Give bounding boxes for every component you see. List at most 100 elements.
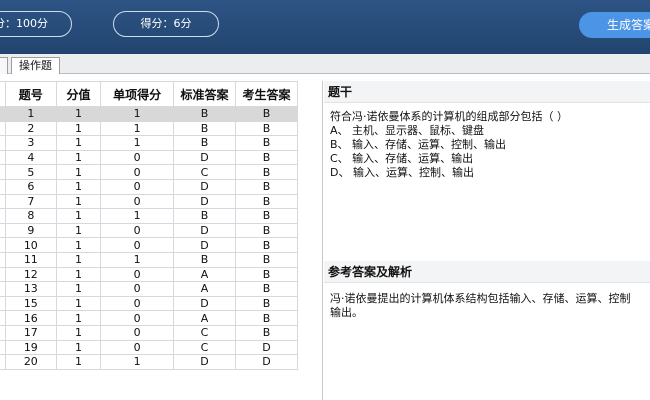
item-score-cell: 1 [100, 106, 175, 122]
student-answer-cell: B [234, 164, 299, 180]
tab-question[interactable]: 题 [0, 57, 8, 74]
table-row[interactable]: 910DB [0, 222, 299, 239]
number-cell: 19 [4, 339, 57, 356]
top-header: 分：100分 得分：6分 生成答案 [0, 0, 650, 54]
number-cell: 1 [4, 106, 57, 122]
answer-grid: 果 题号 分值 单项得分 标准答案 考生答案 111BB211BB311BB41… [0, 81, 323, 400]
student-answer-cell: B [234, 222, 299, 239]
standard-answer-cell: D [173, 193, 236, 210]
student-answer-cell: B [234, 106, 299, 122]
student-answer-cell: B [234, 281, 299, 297]
standard-answer-cell: A [173, 281, 236, 297]
option-d: D、 输入、运算、控制、输出 [330, 166, 474, 179]
points-cell: 1 [55, 208, 102, 224]
points-cell: 1 [55, 193, 102, 210]
number-cell: 13 [4, 281, 57, 297]
table-row[interactable]: 211BB [0, 120, 299, 137]
number-cell: 8 [4, 208, 57, 224]
standard-answer-cell: C [173, 339, 236, 356]
points-cell: 1 [55, 266, 102, 283]
table-row[interactable]: 111BB [0, 106, 299, 122]
standard-answer-cell: D [173, 237, 236, 253]
table-row[interactable]: 15 1 0 D B [0, 295, 299, 312]
item-score-cell: 0 [100, 237, 175, 253]
standard-answer-cell: D [173, 222, 236, 239]
points-cell: 1 [55, 251, 102, 268]
number-cell: 11 [4, 251, 57, 268]
student-answer-cell: B [234, 237, 299, 253]
standard-answer-cell: B [173, 106, 236, 122]
option-c: C、 输入、存储、运算、输出 [330, 152, 474, 165]
col-item-score[interactable]: 单项得分 [100, 81, 175, 107]
table-row[interactable]: 17 1 0 C B [0, 324, 299, 341]
table-row[interactable]: 510CB [0, 164, 299, 180]
item-score-cell: 0 [100, 164, 175, 180]
generate-answer-button[interactable]: 生成答案 [579, 12, 650, 38]
item-score-cell: 0 [100, 339, 175, 356]
table-row[interactable]: 12 1 0 A B [0, 266, 299, 283]
table-row[interactable]: 16 1 0 A B [0, 310, 299, 326]
question-stem: 符合冯·诺依曼体系的计算机的组成部分包括（ ） [330, 110, 568, 123]
col-standard-answer[interactable]: 标准答案 [173, 81, 236, 107]
number-cell: 2 [4, 120, 57, 137]
table-row[interactable]: 410DB [0, 149, 299, 166]
item-score-cell: 1 [100, 135, 175, 151]
table-row[interactable]: 11 1 1 B B [0, 251, 299, 268]
standard-answer-cell: A [173, 266, 236, 283]
number-cell: 10 [4, 237, 57, 253]
table-header-row: 果 题号 分值 单项得分 标准答案 考生答案 [0, 81, 299, 107]
question-text: 符合冯·诺依曼体系的计算机的组成部分包括（ ） A、 主机、显示器、鼠标、键盘 … [330, 110, 650, 180]
col-student-answer[interactable]: 考生答案 [234, 81, 299, 107]
table-row[interactable]: 20 1 1 D D [0, 354, 299, 370]
table-row[interactable]: 10 1 0 D B [0, 237, 299, 253]
table-row[interactable]: 811BB [0, 208, 299, 224]
student-answer-cell: D [234, 354, 299, 370]
answer-explanation: 冯·诺依曼提出的计算机体系结构包括输入、存储、运算、控制 输出。 [330, 292, 650, 320]
standard-answer-cell: D [173, 354, 236, 370]
table-row[interactable]: 13 1 0 A B [0, 281, 299, 297]
points-cell: 1 [55, 120, 102, 137]
total-score-badge: 分：100分 [0, 11, 72, 37]
standard-answer-cell: B [173, 120, 236, 137]
answer-title: 参考答案及解析 [324, 261, 650, 283]
points-cell: 1 [55, 149, 102, 166]
col-points[interactable]: 分值 [55, 81, 102, 107]
points-cell: 1 [55, 164, 102, 180]
explanation-line: 输出。 [330, 306, 363, 319]
item-score-cell: 1 [100, 208, 175, 224]
item-score-cell: 0 [100, 178, 175, 195]
student-answer-cell: B [234, 178, 299, 195]
number-cell: 3 [4, 135, 57, 151]
table-row[interactable]: 19 1 0 C D [0, 339, 299, 356]
item-score-cell: 0 [100, 222, 175, 239]
answer-table: 果 题号 分值 单项得分 标准答案 考生答案 111BB211BB311BB41… [0, 81, 299, 370]
standard-answer-cell: D [173, 149, 236, 166]
item-score-cell: 1 [100, 251, 175, 268]
item-score-cell: 0 [100, 324, 175, 341]
student-answer-cell: B [234, 310, 299, 326]
table-row[interactable]: 311BB [0, 135, 299, 151]
number-cell: 6 [4, 178, 57, 195]
table-row[interactable]: 610DB [0, 178, 299, 195]
item-score-cell: 1 [100, 354, 175, 370]
standard-answer-cell: D [173, 178, 236, 195]
student-answer-cell: B [234, 251, 299, 268]
student-answer-cell: D [234, 339, 299, 356]
student-answer-cell: B [234, 120, 299, 137]
standard-answer-cell: D [173, 295, 236, 312]
score-badge: 得分：6分 [113, 11, 219, 37]
item-score-cell: 0 [100, 310, 175, 326]
table-row[interactable]: 710DB [0, 193, 299, 210]
col-number[interactable]: 题号 [4, 81, 57, 107]
tab-bar: 题 操作题 [0, 54, 650, 74]
standard-answer-cell: C [173, 164, 236, 180]
number-cell: 4 [4, 149, 57, 166]
item-score-cell: 1 [100, 120, 175, 137]
points-cell: 1 [55, 354, 102, 370]
tab-operation[interactable]: 操作题 [11, 57, 60, 74]
standard-answer-cell: A [173, 310, 236, 326]
points-cell: 1 [55, 222, 102, 239]
points-cell: 1 [55, 339, 102, 356]
question-title: 题干 [324, 81, 650, 103]
student-answer-cell: B [234, 135, 299, 151]
